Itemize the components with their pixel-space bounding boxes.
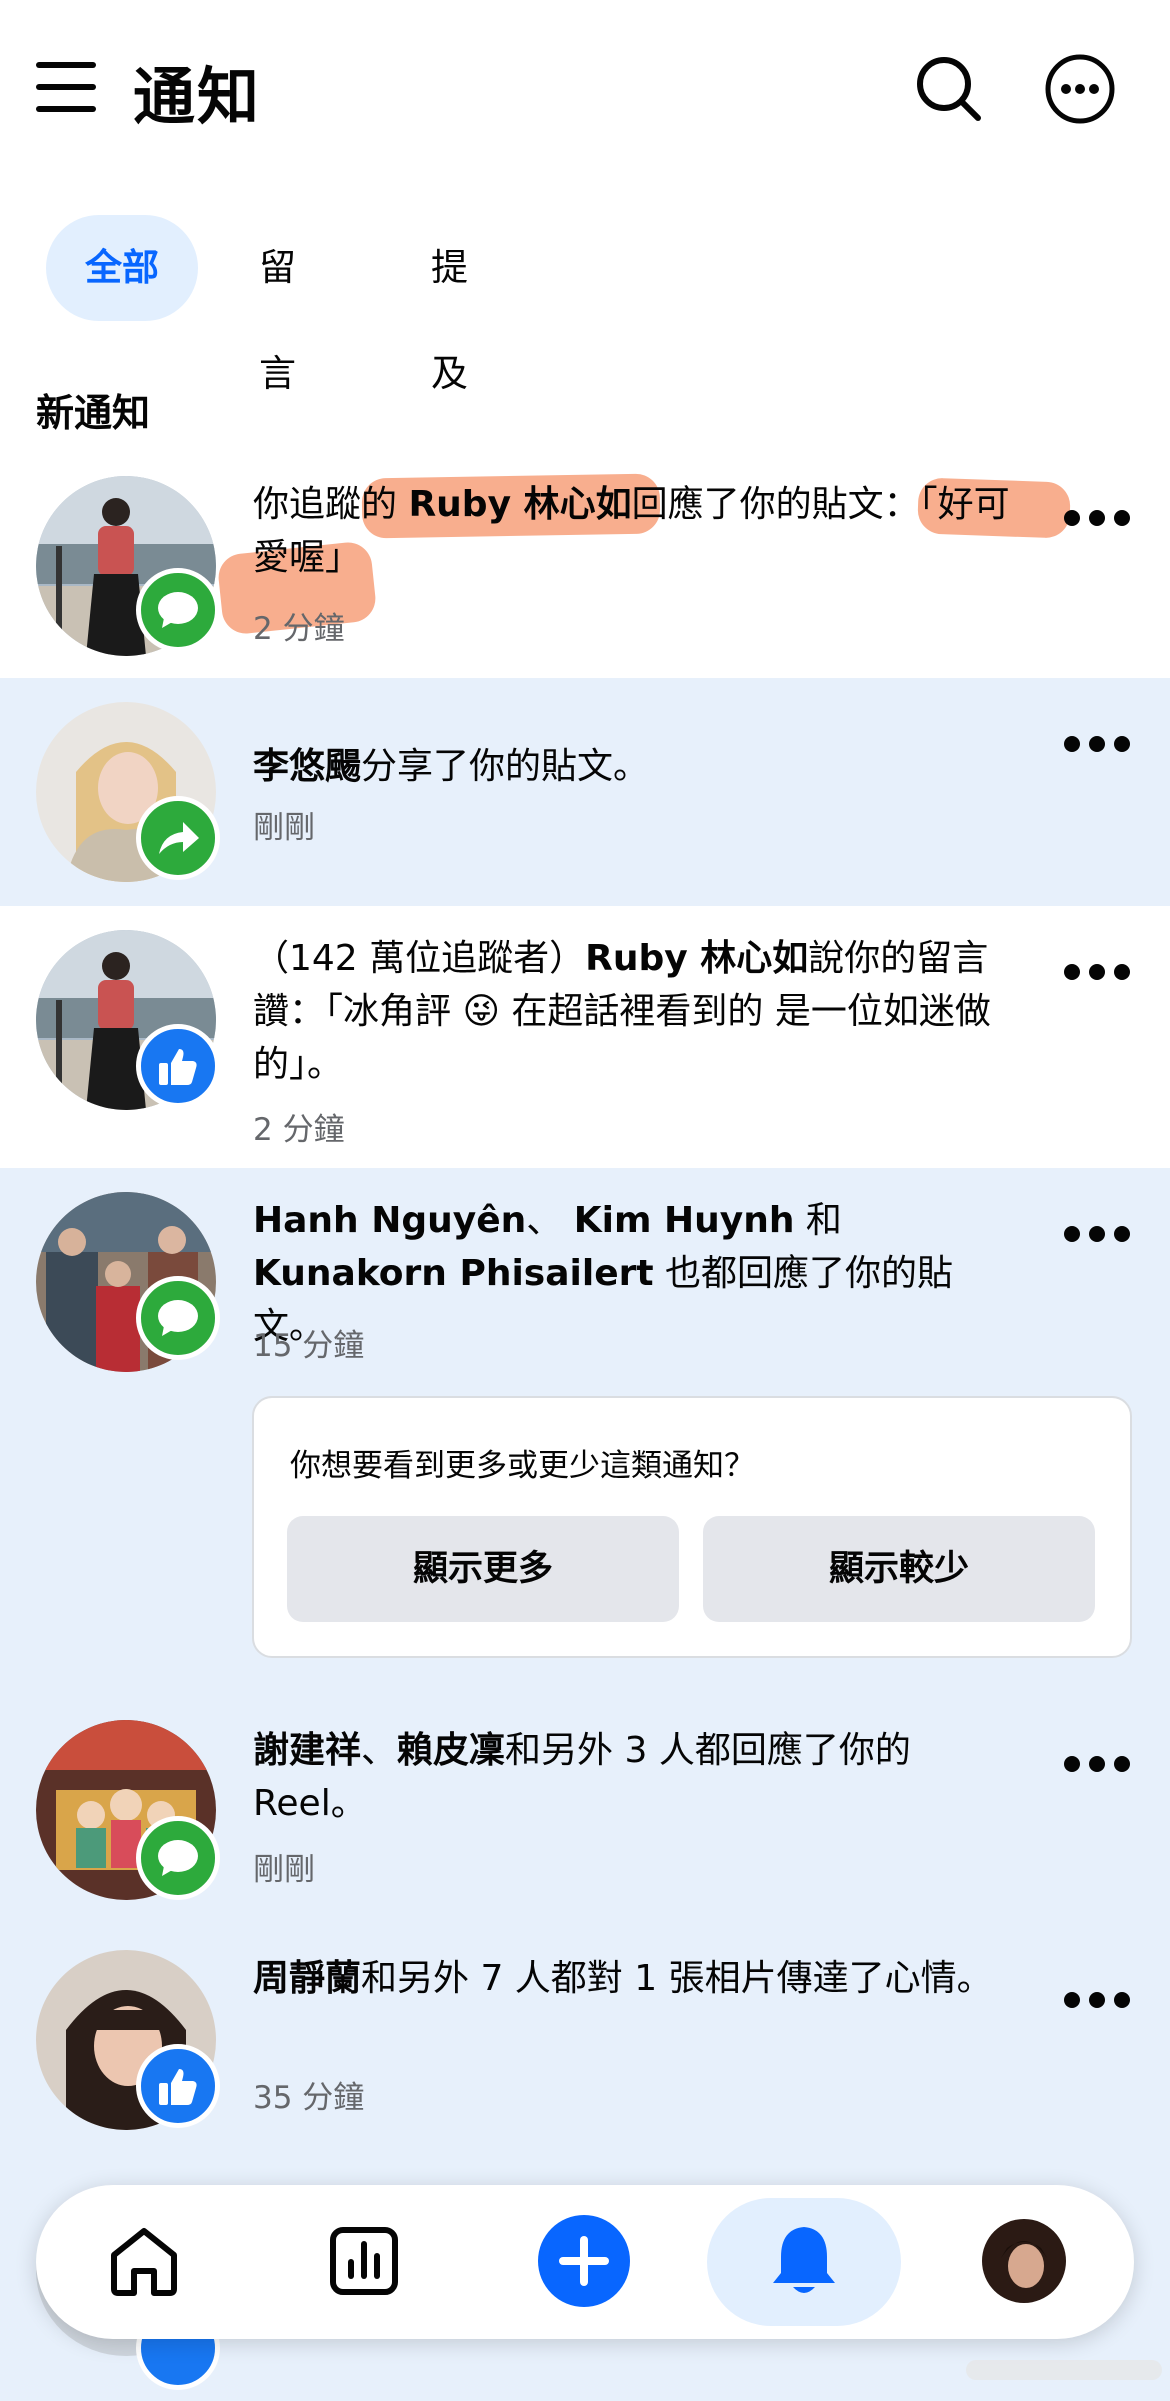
home-indicator xyxy=(966,2360,1162,2380)
top-bar: 通知 xyxy=(0,0,1170,180)
search-button[interactable] xyxy=(912,52,984,124)
like-badge xyxy=(136,1024,220,1108)
tab-all[interactable]: 全部 xyxy=(46,215,198,321)
notification-time: 2 分鐘 xyxy=(253,611,345,647)
notification-item[interactable]: （142 萬位追蹤者）Ruby 林心如說你的留言讚：「冰角評 😜 在超話裡看到的… xyxy=(0,906,1170,1168)
notification-text: 你追蹤的 Ruby 林心如回應了你的貼文：「好可愛喔」 xyxy=(253,484,1010,578)
show-less-button[interactable]: 顯示較少 xyxy=(703,1516,1095,1622)
like-icon xyxy=(159,2069,197,2105)
notification-options-button[interactable] xyxy=(1064,960,1130,984)
menu-button[interactable] xyxy=(36,60,98,112)
nav-notifications[interactable] xyxy=(742,2199,866,2323)
more-circle-icon xyxy=(1045,54,1115,124)
notification-options-button[interactable] xyxy=(1064,506,1130,530)
hamburger-icon xyxy=(36,106,96,112)
page-title: 通知 xyxy=(133,60,262,133)
nav-profile[interactable] xyxy=(962,2199,1086,2323)
feedback-question: 你想要看到更多或更少這類通知？ xyxy=(290,1448,755,1484)
notification-time: 剛剛 xyxy=(253,1852,315,1888)
section-title: 新通知 xyxy=(36,391,151,435)
notification-text: 周靜蘭和另外 7 人都對 1 張相片傳達了心情。 xyxy=(253,1958,993,1999)
comment-icon xyxy=(158,1300,198,1336)
share-badge xyxy=(136,796,220,880)
notification-text: 謝建祥、賴皮凜和另外 3 人都回應了你的 Reel。 xyxy=(253,1730,911,1824)
notifications-bell-icon xyxy=(773,2227,835,2293)
nav-home[interactable] xyxy=(82,2199,206,2323)
notification-time: 剛剛 xyxy=(253,810,315,846)
notification-time: 35 分鐘 xyxy=(253,2080,365,2116)
home-icon xyxy=(111,2228,177,2296)
notification-item[interactable]: 李悠颺分享了你的貼文。 剛剛 xyxy=(0,678,1170,906)
notification-options-button[interactable] xyxy=(1064,1988,1130,2012)
hamburger-icon xyxy=(36,62,96,68)
comment-badge xyxy=(136,1276,220,1360)
notification-item[interactable]: 謝建祥、賴皮凜和另外 3 人都回應了你的 Reel。 剛剛 xyxy=(0,1698,1170,1926)
like-icon xyxy=(159,1049,197,1085)
notification-item[interactable]: 周靜蘭和另外 7 人都對 1 張相片傳達了心情。 35 分鐘 xyxy=(0,1926,1170,2186)
notification-text: （142 萬位追蹤者）Ruby 林心如說你的留言讚：「冰角評 😜 在超話裡看到的… xyxy=(253,938,991,1085)
nav-create[interactable] xyxy=(522,2199,646,2323)
notification-options-button[interactable] xyxy=(1064,732,1130,756)
comment-badge xyxy=(136,1816,220,1900)
tab-mentions[interactable]: 提及 xyxy=(431,215,468,395)
comment-icon xyxy=(158,592,198,628)
comment-icon xyxy=(158,1840,198,1876)
stats-icon xyxy=(330,2227,398,2295)
notification-text: 李悠颺分享了你的貼文。 xyxy=(253,746,650,787)
notification-options-button[interactable] xyxy=(1064,1752,1130,1776)
tab-comments[interactable]: 留言 xyxy=(259,215,296,395)
more-options-button[interactable] xyxy=(1044,53,1116,125)
notification-time: 2 分鐘 xyxy=(253,1112,345,1148)
share-icon xyxy=(159,822,199,854)
nav-dashboard[interactable] xyxy=(302,2199,426,2323)
search-icon xyxy=(917,57,981,121)
bottom-navigation xyxy=(36,2185,1134,2339)
show-more-button[interactable]: 顯示更多 xyxy=(287,1516,679,1622)
notification-time: 15 分鐘 xyxy=(253,1328,365,1364)
notification-options-button[interactable] xyxy=(1064,1222,1130,1246)
comment-badge xyxy=(136,568,220,652)
like-badge xyxy=(136,2044,220,2128)
notification-text: Hanh Nguyên、 Kim Huynh 和 Kunakorn Phisai… xyxy=(253,1200,954,1347)
notification-feedback-card: 你想要看到更多或更少這類通知？ 顯示更多 顯示較少 xyxy=(252,1396,1132,1658)
profile-avatar xyxy=(982,2219,1066,2303)
notification-item[interactable]: 你追蹤的 Ruby 林心如回應了你的貼文：「好可愛喔」 2 分鐘 xyxy=(0,458,1170,678)
create-icon xyxy=(538,2215,630,2307)
hamburger-icon xyxy=(36,84,96,90)
